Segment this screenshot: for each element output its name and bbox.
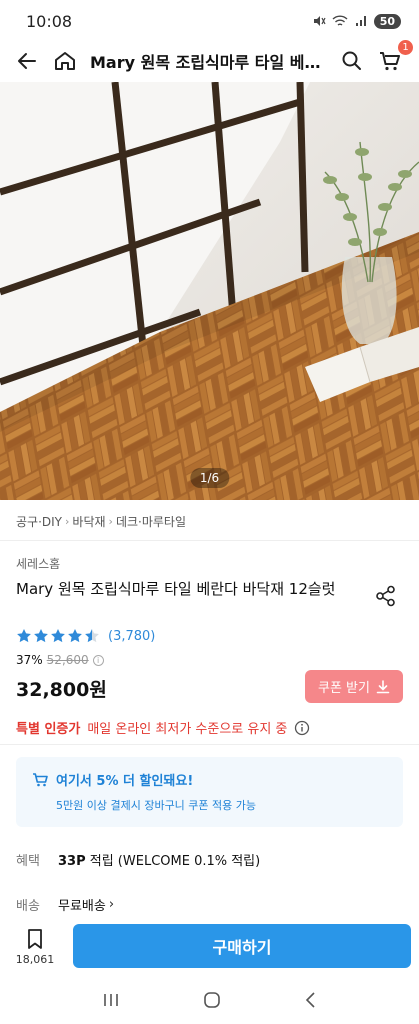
info-icon[interactable] [294, 720, 310, 736]
divider [0, 744, 419, 745]
search-icon [342, 51, 361, 70]
buy-button[interactable]: 구매하기 [73, 924, 411, 968]
cart-button[interactable]: 1 [371, 40, 413, 80]
status-bar: 10:08 50 [0, 0, 419, 42]
page-title: Mary 원목 조립식마루 타일 베… [90, 53, 321, 72]
cart-badge: 1 [398, 40, 413, 55]
shipping-key: 배송 [16, 899, 40, 914]
status-time: 10:08 [26, 11, 73, 31]
coupon-button[interactable]: 쿠폰 받기 [305, 670, 403, 703]
share-icon [376, 585, 395, 607]
product-image[interactable]: 1/6 [0, 82, 419, 500]
certified-desc: 매일 온라인 최저가 수준으로 유지 중 [87, 722, 288, 737]
share-button[interactable] [372, 582, 400, 610]
star-icon [68, 629, 82, 643]
top-nav: Mary 원목 조립식마루 타일 베… 1 [0, 40, 419, 80]
bookmark-icon [28, 929, 42, 949]
home-circle-icon[interactable] [202, 990, 222, 1010]
home-icon [55, 52, 75, 70]
promo-title-row: 여기서 5% 더 할인돼요! [32, 770, 387, 789]
breadcrumb: 공구·DIY › 바닥재 › 데크·마루타일 [16, 513, 186, 530]
shipping-value: 무료배송 [58, 899, 106, 914]
back-nav-icon[interactable] [303, 991, 319, 1009]
signal-icon [355, 16, 366, 26]
back-button[interactable] [8, 42, 46, 80]
status-icons: 50 [312, 13, 401, 29]
breadcrumb-item[interactable]: 바닥재 [72, 513, 105, 530]
certified-label: 특별 인증가 [16, 722, 81, 737]
product-photo [0, 82, 419, 500]
discount-rate: 37% [16, 653, 43, 667]
product-title: Mary 원목 조립식마루 타일 베란다 바닥재 12슬럿 [16, 580, 336, 598]
promo-title: 여기서 5% 더 할인돼요! [56, 774, 194, 789]
mute-icon [313, 16, 326, 26]
chevron-right-icon: › [108, 897, 115, 912]
promo-banner[interactable]: 여기서 5% 더 할인돼요! 5만원 이상 결제시 장바구니 쿠폰 적용 가능 [16, 757, 403, 827]
certified-price-row: 특별 인증가 매일 온라인 최저가 수준으로 유지 중 [16, 718, 310, 737]
chevron-right-icon: › [65, 515, 70, 528]
recent-apps-icon[interactable] [101, 991, 121, 1009]
star-icon [34, 629, 48, 643]
rating-stars [16, 628, 100, 644]
image-counter: 1/6 [189, 468, 230, 488]
home-button[interactable] [46, 42, 84, 80]
benefit-text: 적립 (WELCOME 0.1% 적립) [85, 854, 261, 869]
price-detail-row: 37% 52,600 i [16, 653, 104, 667]
download-icon [376, 679, 390, 693]
arrow-left-icon [18, 53, 36, 69]
wishlist-count: 18,061 [15, 953, 55, 966]
breadcrumb-item[interactable]: 공구·DIY [16, 513, 62, 530]
battery-indicator: 50 [373, 13, 401, 29]
benefit-row: 혜택 33P 적립 (WELCOME 0.1% 적립) [16, 850, 260, 869]
star-icon [17, 629, 31, 643]
benefit-value: 33P 적립 (WELCOME 0.1% 적립) [58, 850, 260, 869]
bottom-action-bar: 18,061 구매하기 [0, 918, 419, 976]
original-price: 52,600 [46, 653, 89, 667]
breadcrumb-item[interactable]: 데크·마루타일 [116, 513, 186, 530]
promo-subtitle: 5만원 이상 결제시 장바구니 쿠폰 적용 가능 [56, 799, 257, 812]
coupon-label: 쿠폰 받기 [318, 681, 370, 696]
info-icon[interactable]: i [92, 654, 104, 666]
wishlist-button[interactable]: 18,061 [0, 928, 70, 966]
shipping-row[interactable]: 배송 무료배송 › [16, 895, 114, 914]
chevron-right-icon: › [108, 515, 113, 528]
divider [0, 540, 419, 541]
review-count[interactable]: (3,780) [108, 629, 155, 644]
benefit-key: 혜택 [16, 854, 40, 869]
wifi-icon [332, 15, 348, 26]
cart-icon [33, 772, 48, 786]
system-nav-bar [0, 976, 419, 1024]
rating-row[interactable]: (3,780) [16, 628, 155, 644]
search-button[interactable] [333, 42, 371, 80]
benefit-points: 33P [58, 854, 86, 869]
cart-icon [380, 52, 400, 71]
star-icon [51, 629, 65, 643]
brand-name[interactable]: 세레스홈 [16, 555, 60, 572]
star-icon [85, 629, 99, 643]
sale-price: 32,800원 [16, 679, 107, 701]
